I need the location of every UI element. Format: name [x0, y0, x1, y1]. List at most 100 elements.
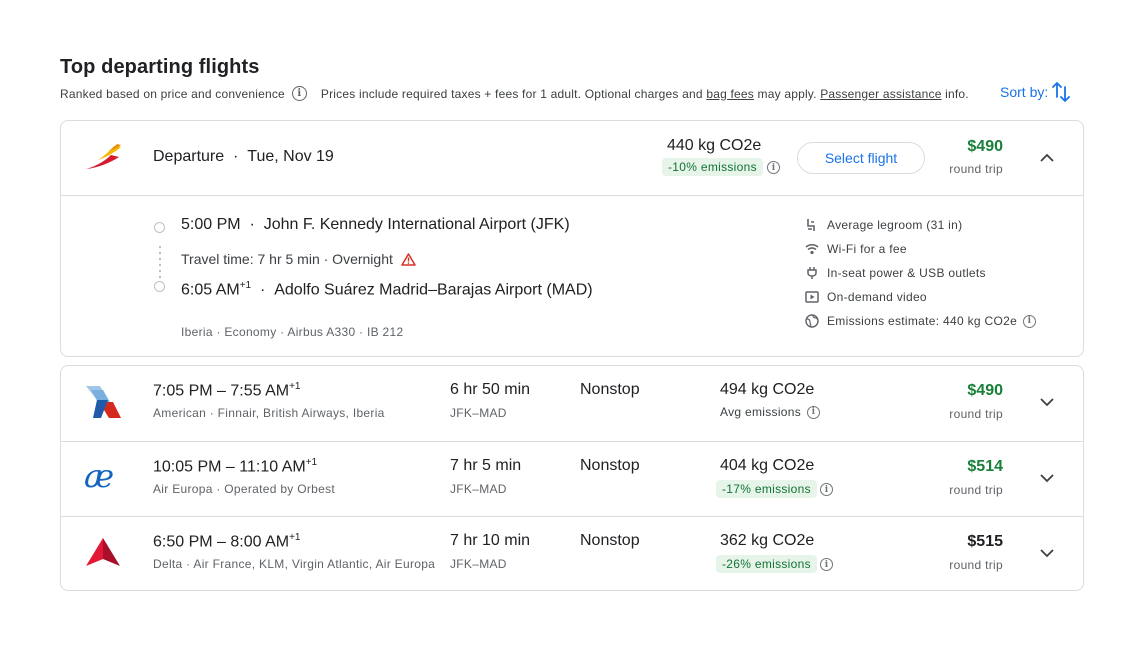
amenity-power: In-seat power & USB outlets: [804, 265, 986, 281]
expand-button[interactable]: [1035, 466, 1059, 490]
flight-times: 6:50 PM – 8:00 AM+1: [153, 532, 300, 551]
times-text: 6:50 PM – 8:00 AM: [153, 533, 290, 551]
co2-value: 362 kg CO2e: [720, 532, 815, 549]
times-text: 10:05 PM – 11:10 AM: [153, 458, 306, 476]
passenger-assistance-link[interactable]: Passenger assistance: [820, 87, 941, 101]
flight-row-air-europa[interactable]: æ 10:05 PM – 11:10 AM+1 Air Europa · Ope…: [61, 441, 1083, 516]
arrival-airport: Adolfo Suárez Madrid–Barajas Airport (MA…: [274, 281, 593, 299]
flight-stops: Nonstop: [580, 381, 640, 398]
flight-route: JFK–MAD: [450, 406, 507, 420]
co2-value: 494 kg CO2e: [720, 381, 815, 398]
flight-list-card: 7:05 PM – 7:55 AM+1 American · Finnair, …: [60, 365, 1084, 591]
chevron-down-icon: [1040, 397, 1054, 406]
bag-fees-link[interactable]: bag fees: [706, 87, 754, 101]
emissions-badge: -10% emissions: [662, 158, 763, 176]
emissions-info-icon[interactable]: i: [820, 483, 833, 496]
round-trip-label: round trip: [949, 407, 1003, 421]
emissions-badge: -26% emissions: [716, 555, 817, 573]
flight-duration: 7 hr 10 min: [450, 532, 531, 549]
wifi-icon: [804, 241, 820, 257]
expanded-flight-card: Departure · Tue, Nov 19 440 kg CO2e -10%…: [60, 120, 1084, 357]
legroom-icon: [804, 217, 820, 233]
departure-label: Departure: [153, 148, 225, 165]
departure-time: 5:00 PM: [181, 216, 241, 233]
emissions-status: Avg emissions i: [720, 405, 821, 419]
airline-names: Delta · Air France, KLM, Virgin Atlantic…: [153, 557, 436, 571]
iberia-logo-icon: [86, 144, 121, 169]
emissions-label: Avg emissions: [720, 405, 802, 419]
amenity-wifi: Wi-Fi for a fee: [804, 241, 907, 257]
select-flight-button[interactable]: Select flight: [797, 142, 925, 174]
flight-price: $514: [967, 458, 1003, 475]
departure-dot-icon: [154, 222, 165, 233]
round-trip-label: round trip: [949, 483, 1003, 497]
may-apply-text: may apply.: [757, 86, 817, 101]
plus-day: +1: [289, 381, 301, 392]
delta-logo-icon: [86, 538, 120, 566]
flight-stops: Nonstop: [580, 532, 640, 549]
amenity-emissions: Emissions estimate: 440 kg CO2e i: [804, 313, 1037, 329]
expand-button[interactable]: [1035, 541, 1059, 565]
flight-price: $490: [967, 382, 1003, 399]
departure-date-label: Departure · Tue, Nov 19: [153, 148, 334, 165]
american-airlines-logo-icon: [86, 386, 121, 418]
departure-line: 5:00 PM · John F. Kennedy International …: [181, 216, 570, 233]
flight-duration: 7 hr 5 min: [450, 457, 522, 474]
round-trip-label: round trip: [949, 162, 1003, 176]
plus-day: +1: [305, 457, 318, 468]
arrival-time: 6:05 AM: [181, 281, 240, 299]
arrival-plus-day: +1: [239, 280, 252, 291]
flight-price: $515: [967, 533, 1003, 550]
power-plug-icon: [804, 265, 820, 281]
flight-price: $490: [967, 138, 1003, 155]
sort-by-button[interactable]: Sort by:: [1000, 82, 1071, 102]
prices-text: Prices include required taxes + fees for…: [320, 86, 703, 101]
svg-text:æ: æ: [84, 460, 114, 494]
travel-time: Travel time: 7 hr 5 min · Overnight: [181, 251, 393, 267]
expanded-flight-header[interactable]: Departure · Tue, Nov 19 440 kg CO2e -10%…: [61, 121, 1083, 196]
info-suffix-text: info.: [945, 86, 969, 101]
arrival-dot-icon: [154, 281, 165, 292]
ranked-text: Ranked based on price and convenience: [60, 86, 285, 101]
emissions-badge: -17% emissions: [716, 480, 817, 498]
travel-time-line: Travel time: 7 hr 5 min · Overnight: [181, 251, 416, 267]
air-europa-logo-icon: æ: [84, 460, 114, 494]
flight-route: JFK–MAD: [450, 557, 507, 571]
amenity-video: On-demand video: [804, 289, 927, 305]
airline-names: American · Finnair, British Airways, Ibe…: [153, 406, 385, 420]
arrival-line: 6:05 AM+1 · Adolfo Suárez Madrid–Barajas…: [181, 280, 593, 299]
amenity-label: Average legroom (31 in): [827, 218, 963, 232]
plus-day: +1: [289, 532, 301, 543]
emissions-info-icon[interactable]: i: [820, 558, 833, 571]
times-text: 7:05 PM – 7:55 AM: [153, 382, 290, 400]
video-icon: [804, 289, 820, 305]
expand-button[interactable]: [1035, 390, 1059, 414]
flight-row-american[interactable]: 7:05 PM – 7:55 AM+1 American · Finnair, …: [61, 366, 1083, 441]
flight-meta: Iberia · Economy · Airbus A330 · IB 212: [181, 325, 404, 339]
ranking-info-line: Ranked based on price and convenience i …: [60, 86, 969, 101]
collapse-button[interactable]: [1035, 145, 1059, 169]
departure-airport: John F. Kennedy International Airport (J…: [263, 216, 570, 233]
chevron-up-icon: [1040, 153, 1054, 162]
co2-value: 440 kg CO2e: [667, 137, 762, 154]
flight-stops: Nonstop: [580, 457, 640, 474]
ranking-info-icon[interactable]: i: [291, 86, 307, 101]
chevron-down-icon: [1040, 473, 1054, 482]
amenity-label: Emissions estimate: 440 kg CO2e: [827, 314, 1018, 328]
overnight-warning-icon: [401, 252, 416, 266]
route-dotted-line: [159, 244, 161, 282]
emissions-estimate-info-icon[interactable]: i: [1023, 314, 1037, 328]
amenity-label: In-seat power & USB outlets: [827, 266, 986, 280]
flight-times: 7:05 PM – 7:55 AM+1: [153, 381, 300, 400]
airline-names: Air Europa · Operated by Orbest: [153, 482, 336, 496]
sort-arrows-icon: [1052, 82, 1071, 102]
page-title: Top departing flights: [60, 56, 260, 78]
flight-row-delta[interactable]: 6:50 PM – 8:00 AM+1 Delta · Air France, …: [61, 516, 1083, 591]
co2-value: 404 kg CO2e: [720, 457, 815, 474]
globe-icon: [804, 313, 820, 329]
amenity-label: Wi-Fi for a fee: [827, 242, 907, 256]
amenity-label: On-demand video: [827, 290, 927, 304]
emissions-info-icon[interactable]: i: [767, 161, 780, 174]
amenity-legroom: Average legroom (31 in): [804, 217, 962, 233]
emissions-info-icon[interactable]: i: [807, 405, 821, 419]
